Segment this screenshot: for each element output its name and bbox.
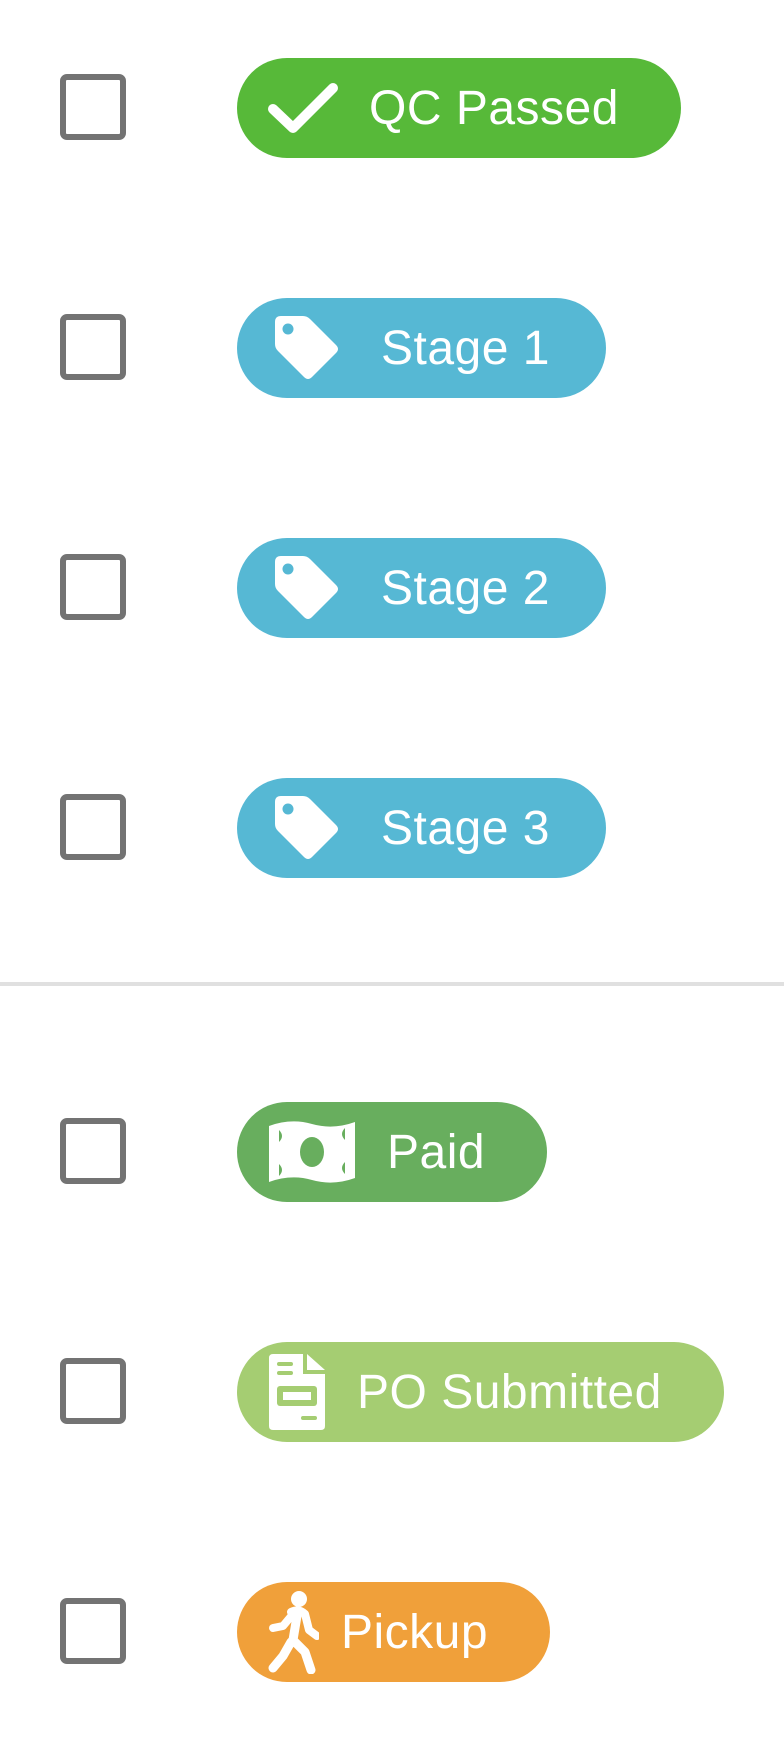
checkbox-stage-3[interactable] bbox=[60, 794, 126, 860]
label-row-stage-1: Stage 1 bbox=[0, 298, 784, 398]
label-text: Stage 3 bbox=[381, 801, 550, 855]
checkbox-qc-passed[interactable] bbox=[60, 74, 126, 140]
label-row-paid: Paid bbox=[0, 1102, 784, 1202]
label-pill-pickup[interactable]: Pickup bbox=[237, 1582, 551, 1682]
checkbox-stage-1[interactable] bbox=[60, 314, 126, 380]
tag-icon bbox=[273, 314, 341, 382]
label-row-pickup: Pickup bbox=[0, 1582, 784, 1682]
invoice-icon bbox=[267, 1352, 327, 1432]
label-text: Paid bbox=[387, 1125, 486, 1179]
label-pill-stage-3[interactable]: Stage 3 bbox=[237, 778, 606, 878]
checkbox-pickup[interactable] bbox=[60, 1598, 126, 1664]
tag-icon bbox=[273, 554, 341, 622]
label-text: QC Passed bbox=[369, 81, 619, 135]
checkbox-stage-2[interactable] bbox=[60, 554, 126, 620]
money-bill-icon bbox=[267, 1116, 357, 1188]
label-text: PO Submitted bbox=[357, 1365, 662, 1419]
section-divider bbox=[0, 982, 784, 986]
person-walking-icon bbox=[267, 1590, 319, 1674]
label-text: Stage 1 bbox=[381, 321, 550, 375]
label-pill-paid[interactable]: Paid bbox=[237, 1102, 548, 1202]
label-text: Stage 2 bbox=[381, 561, 550, 615]
checkbox-paid[interactable] bbox=[60, 1118, 126, 1184]
checkbox-po-submitted[interactable] bbox=[60, 1358, 126, 1424]
label-pill-po-submitted[interactable]: PO Submitted bbox=[237, 1342, 724, 1442]
label-row-stage-2: Stage 2 bbox=[0, 538, 784, 638]
label-pill-stage-1[interactable]: Stage 1 bbox=[237, 298, 606, 398]
label-pill-qc-passed[interactable]: QC Passed bbox=[237, 58, 681, 158]
label-row-qc-passed: QC Passed bbox=[0, 58, 784, 158]
label-pill-stage-2[interactable]: Stage 2 bbox=[237, 538, 606, 638]
tag-icon bbox=[273, 794, 341, 862]
checkmark-icon bbox=[267, 80, 339, 136]
label-row-stage-3: Stage 3 bbox=[0, 778, 784, 878]
label-row-po-submitted: PO Submitted bbox=[0, 1342, 784, 1442]
label-text: Pickup bbox=[341, 1605, 489, 1659]
